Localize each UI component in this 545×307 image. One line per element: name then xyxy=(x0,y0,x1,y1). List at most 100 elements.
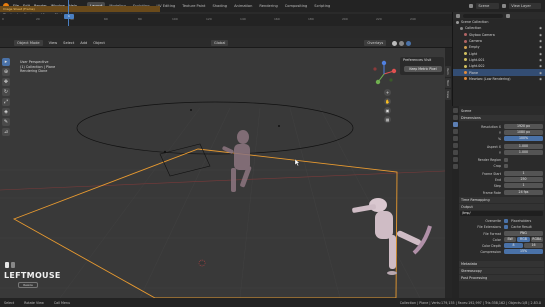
filter-icon[interactable] xyxy=(506,13,510,18)
cursor-tool-icon[interactable]: ⊕ xyxy=(2,68,10,76)
menu-select[interactable]: Select xyxy=(63,41,74,45)
visibility-eye-icon[interactable]: ◉ xyxy=(539,71,542,75)
output-section-header[interactable]: Output xyxy=(459,204,544,210)
scene-tab-icon[interactable] xyxy=(453,136,458,141)
tab-rendering[interactable]: Rendering xyxy=(256,2,280,10)
navigation-gizmo[interactable] xyxy=(370,60,398,88)
visibility-eye-icon[interactable]: ◉ xyxy=(539,77,542,81)
resolution-x-field[interactable]: 1920 px xyxy=(504,124,543,129)
visibility-eye-icon[interactable]: ◉ xyxy=(539,64,542,68)
empty-point[interactable] xyxy=(190,109,192,111)
file-format-dropdown[interactable]: PNG xyxy=(504,231,543,236)
viewport-info-overlay: User Perspective (1) Collection | Plane … xyxy=(20,60,55,74)
light-point[interactable] xyxy=(278,125,280,127)
tick-label: 20 xyxy=(36,17,40,21)
color-rgba-button[interactable]: RGBA xyxy=(530,237,543,242)
world-tab-icon[interactable] xyxy=(453,143,458,148)
pan-hand-icon[interactable]: ✋ xyxy=(384,98,391,105)
frame-rate-dropdown[interactable]: 24 fps xyxy=(504,190,543,195)
character-model[interactable] xyxy=(352,198,432,275)
modifier-tab-icon[interactable] xyxy=(453,157,458,162)
light-point[interactable] xyxy=(163,150,167,154)
selected-plane-outline[interactable] xyxy=(12,148,398,298)
visibility-eye-icon[interactable]: ◉ xyxy=(539,33,542,37)
y-axis-gizmo-icon[interactable] xyxy=(375,79,381,85)
x-axis-gizmo-icon[interactable] xyxy=(391,68,397,74)
popup-button[interactable]: Keep Metric Pixel xyxy=(404,66,442,72)
scene-selector[interactable]: Scene xyxy=(476,3,500,9)
material-tab-icon[interactable] xyxy=(453,164,458,169)
transform-tool-icon[interactable]: ◈ xyxy=(2,108,10,116)
outliner-panel[interactable]: Scene Collection Collection ◉ Skybox Camer… xyxy=(452,12,545,106)
tab-tool[interactable]: Tool xyxy=(445,77,451,88)
compression-slider[interactable]: 15% xyxy=(504,249,543,254)
frame-end-field[interactable]: 250 xyxy=(504,177,543,182)
output-props-tab-icon[interactable] xyxy=(453,122,458,127)
depth-8-button[interactable]: 8 xyxy=(504,243,523,248)
menu-object[interactable]: Object xyxy=(93,41,105,45)
menu-view[interactable]: View xyxy=(49,41,58,45)
frame-start-field[interactable]: 1 xyxy=(504,171,543,176)
resolution-y-field[interactable]: 1080 px xyxy=(504,130,543,135)
ghost-figure[interactable] xyxy=(222,130,252,192)
zoom-icon[interactable]: + xyxy=(384,89,391,96)
object-tab-icon[interactable] xyxy=(453,150,458,155)
z-axis-gizmo-icon[interactable] xyxy=(381,60,387,66)
move-tool-icon[interactable]: ✥ xyxy=(2,78,10,86)
scale-tool-icon[interactable]: ⤢ xyxy=(2,98,10,106)
outliner-row[interactable]: Mewtwo (Low Rendering) ◉ xyxy=(453,76,545,82)
color-rgb-button[interactable]: RGB xyxy=(517,237,530,242)
stereoscopy-section-header[interactable]: Stereoscopy xyxy=(459,268,544,274)
visibility-eye-icon[interactable]: ◉ xyxy=(539,58,542,62)
render-props-tab-icon[interactable] xyxy=(453,115,458,120)
tab-view[interactable]: View xyxy=(445,88,451,100)
output-path-field[interactable]: /tmp/ xyxy=(460,211,543,216)
overlays-dropdown[interactable]: Overlays xyxy=(364,40,387,46)
grid-icon[interactable]: ▦ xyxy=(384,116,391,123)
transform-orientation[interactable]: Global xyxy=(210,40,229,46)
camera-frame[interactable] xyxy=(159,143,211,177)
menu-add[interactable]: Add xyxy=(80,41,87,45)
aspect-y-field[interactable]: 1.000 xyxy=(504,150,543,155)
measure-tool-icon[interactable]: ⊿ xyxy=(2,128,10,136)
tab-scripting[interactable]: Scripting xyxy=(311,2,333,10)
select-box-tool-icon[interactable]: ▸ xyxy=(2,58,10,66)
view-layer-selector[interactable]: View Layer xyxy=(509,3,541,9)
color-bw-button[interactable]: BW xyxy=(504,237,517,242)
visibility-eye-icon[interactable]: ◉ xyxy=(539,39,542,43)
shading-rendered-icon[interactable] xyxy=(406,40,412,46)
visibility-eye-icon[interactable]: ◉ xyxy=(539,26,542,30)
depth-16-button[interactable]: 16 xyxy=(524,243,543,248)
render-region-checkbox[interactable] xyxy=(504,157,508,162)
camera-view-icon[interactable]: ▣ xyxy=(384,107,391,114)
metadata-section-header[interactable]: Metadata xyxy=(459,261,544,267)
overwrite-checkbox[interactable] xyxy=(504,218,508,223)
tool-props-tab-icon[interactable] xyxy=(453,108,458,113)
display-mode-icon[interactable] xyxy=(456,13,460,18)
mode-selector[interactable]: Object Mode xyxy=(14,40,43,46)
visibility-eye-icon[interactable]: ◉ xyxy=(539,52,542,56)
post-processing-section-header[interactable]: Post Processing xyxy=(459,275,544,281)
shading-material-icon[interactable] xyxy=(399,40,405,46)
outliner-search-input[interactable] xyxy=(463,13,503,18)
rotate-tool-icon[interactable]: ↻ xyxy=(2,88,10,96)
resolution-percent-field[interactable]: 100% xyxy=(504,136,543,141)
tab-compositing[interactable]: Compositing xyxy=(282,2,311,10)
aspect-x-field[interactable]: 1.000 xyxy=(504,144,543,149)
crop-checkbox[interactable] xyxy=(504,163,508,168)
current-frame-indicator[interactable]: 1 xyxy=(64,14,74,19)
annotate-tool-icon[interactable]: ✎ xyxy=(2,118,10,126)
playhead[interactable] xyxy=(68,0,69,26)
visibility-eye-icon[interactable]: ◉ xyxy=(539,45,542,49)
tab-texture-paint[interactable]: Texture Paint xyxy=(179,2,208,10)
shading-solid-icon[interactable] xyxy=(392,40,398,46)
field-label: Frame Rate xyxy=(482,190,501,195)
tab-animation[interactable]: Animation xyxy=(231,2,255,10)
view-layer-tab-icon[interactable] xyxy=(453,129,458,134)
time-remapping-section-header[interactable]: Time Remapping xyxy=(459,197,544,203)
file-extensions-checkbox[interactable] xyxy=(504,224,508,229)
dimensions-section-header[interactable]: Dimensions xyxy=(459,115,544,121)
frame-step-field[interactable]: 1 xyxy=(504,183,543,188)
tab-item[interactable]: Item xyxy=(445,66,451,77)
tab-shading[interactable]: Shading xyxy=(209,2,230,10)
